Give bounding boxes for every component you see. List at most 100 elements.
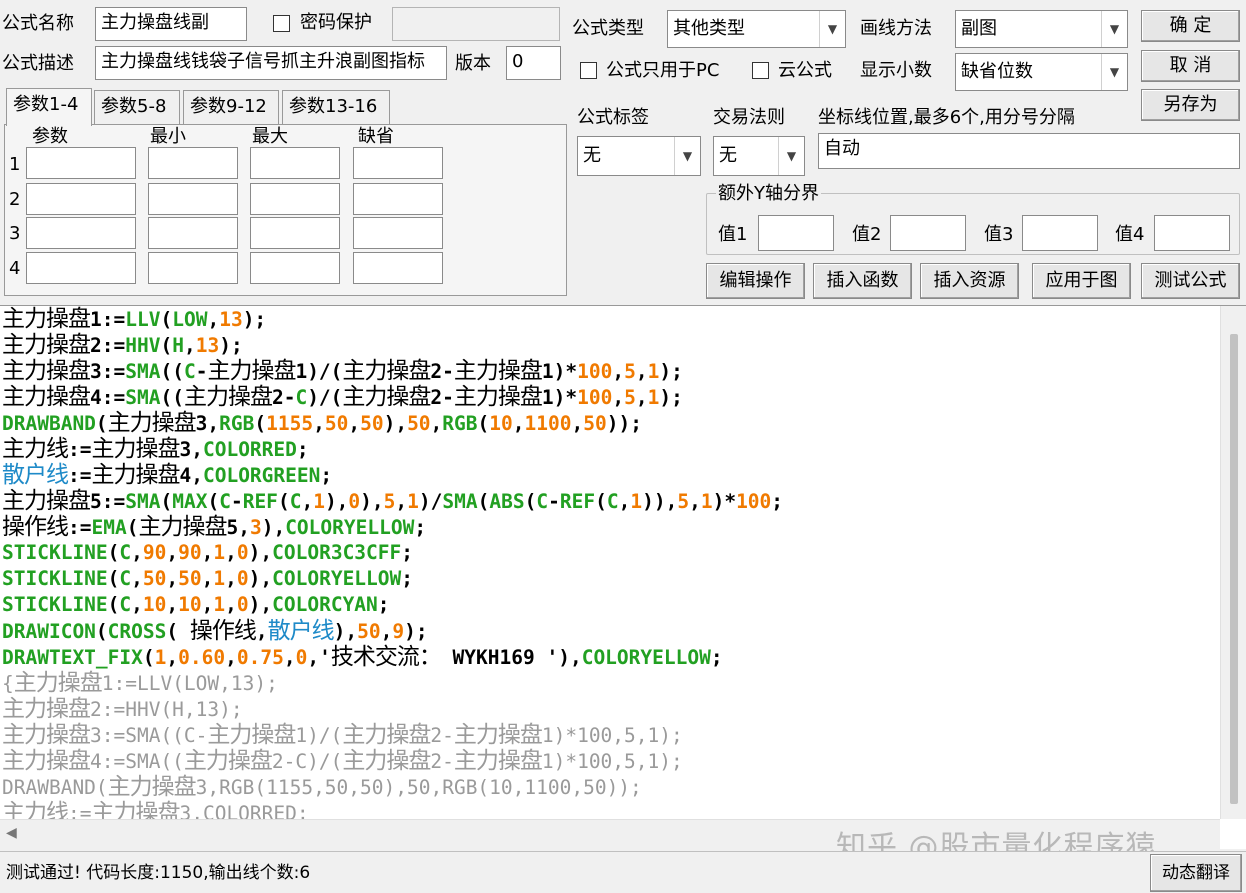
code-token: 5 [677,490,690,513]
code-token: ( [107,567,120,590]
code-line[interactable]: 主力操盘3:=SMA((C-主力操盘1)/(主力操盘2-主力操盘1)*100,5… [2,722,1218,748]
code-token: 1100 [524,412,572,435]
code-token: 1 [154,646,167,669]
param-2-max-input[interactable] [250,183,340,215]
code-token: RGB [219,412,255,435]
cancel-button[interactable]: 取 消 [1141,50,1240,82]
value2-input[interactable] [890,215,966,251]
param-1-name-input[interactable] [26,147,136,179]
code-line[interactable]: DRAWTEXT_FIX(1,0.60,0.75,0,'技术交流： WYKH16… [2,644,1218,670]
code-token: , [618,490,631,513]
param-1-min-input[interactable] [148,147,238,179]
value3-input[interactable] [1022,215,1098,251]
cloud-checkbox[interactable] [752,62,769,79]
code-token: EMA [91,516,127,539]
code-line[interactable]: 主力操盘4:=SMA((主力操盘2-C)/(主力操盘2-主力操盘1)*100,5… [2,748,1218,774]
param-3-name-input[interactable] [26,217,136,249]
insert-function-button[interactable]: 插入函数 [813,263,912,299]
dynamic-translate-button[interactable]: 动态翻译 [1150,854,1242,892]
code-token: 主力操盘 [91,436,180,462]
tag-select[interactable]: 无 ▼ [577,136,701,176]
param-1-default-input[interactable] [353,147,443,179]
code-line[interactable]: STICKLINE(C,90,90,1,0),COLOR3C3CFF; [2,540,1218,566]
code-line[interactable]: 主力操盘4:=SMA((主力操盘2-C)/(主力操盘2-主力操盘1)*100,5… [2,384,1218,410]
code-token: 1)/( [295,724,343,747]
draw-method-select[interactable]: 副图 ▼ [955,10,1128,48]
value4-input[interactable] [1154,215,1230,251]
value1-input[interactable] [758,215,834,251]
formula-name-input[interactable]: 主力操盘线副 [95,7,247,41]
code-token: 50 [357,620,381,643]
param-1-max-input[interactable] [250,147,340,179]
code-line[interactable]: 主力线:=主力操盘3,COLORRED; [2,436,1218,462]
chevron-down-icon[interactable]: ▼ [674,137,700,175]
code-line[interactable]: 主力操盘3:=SMA((C-主力操盘1)/(主力操盘2-主力操盘1)*100,5… [2,358,1218,384]
code-content[interactable]: 主力操盘1:=LLV(LOW,13); 主力操盘2:=HHV(H,13); 主力操盘… [2,306,1218,819]
rule-select[interactable]: 无 ▼ [713,136,805,176]
tab-params-9-12[interactable]: 参数9-12 [183,90,279,124]
chevron-down-icon[interactable]: ▼ [778,137,804,175]
chevron-down-icon[interactable]: ▼ [1101,54,1127,90]
password-checkbox[interactable] [273,15,290,32]
code-token: HHV [125,334,161,357]
code-line[interactable]: 操作线:=EMA(主力操盘5,3),COLORYELLOW; [2,514,1218,540]
code-token: MAX [172,490,208,513]
chevron-down-icon[interactable]: ▼ [819,11,845,47]
formula-type-select[interactable]: 其他类型 ▼ [667,10,846,48]
save-as-button[interactable]: 另存为 [1141,89,1240,121]
code-token: 1)/( [295,360,343,383]
code-editor[interactable]: 主力操盘1:=LLV(LOW,13); 主力操盘2:=HHV(H,13); 主力操盘… [0,305,1246,849]
code-line[interactable]: 主力操盘2:=HHV(H,13); [2,332,1218,358]
code-token: 1 [213,593,226,616]
chevron-down-icon[interactable]: ▼ [1101,11,1127,47]
edit-operation-button[interactable]: 编辑操作 [706,263,805,299]
test-formula-button[interactable]: 测试公式 [1141,263,1240,299]
param-4-max-input[interactable] [250,252,340,284]
tab-params-5-8[interactable]: 参数5-8 [94,90,180,124]
apply-to-chart-button[interactable]: 应用于图 [1032,263,1131,299]
scroll-left-arrow-icon[interactable]: ◀ [6,825,17,841]
insert-resource-button[interactable]: 插入资源 [920,263,1019,299]
code-line[interactable]: STICKLINE(C,10,10,1,0),COLORCYAN; [2,592,1218,618]
code-token: , [301,490,314,513]
tab-params-1-4[interactable]: 参数1-4 [6,88,92,126]
tab-params-13-16[interactable]: 参数13-16 [282,90,390,124]
code-line[interactable]: STICKLINE(C,50,50,1,0),COLORYELLOW; [2,566,1218,592]
code-token: COLORYELLOW [285,516,415,539]
axis-position-input[interactable]: 自动 [818,133,1240,169]
code-line[interactable]: 主力操盘2:=HHV(H,13); [2,696,1218,722]
code-line[interactable]: {主力操盘1:=LLV(LOW,13); [2,670,1218,696]
vertical-scrollbar[interactable] [1220,306,1246,819]
password-input[interactable] [392,7,560,41]
code-token: ); [659,360,683,383]
code-token: 主力操盘 [453,384,543,410]
code-line[interactable]: 主力线:=主力操盘3,COLORRED; [2,800,1218,819]
param-2-name-input[interactable] [26,183,136,215]
param-3-min-input[interactable] [148,217,238,249]
decimals-select[interactable]: 缺省位数 ▼ [955,53,1128,91]
code-token: ( [166,620,190,643]
code-line[interactable]: 主力操盘5:=SMA(MAX(C-REF(C,1),0),5,1)/SMA(AB… [2,488,1218,514]
param-4-min-input[interactable] [148,252,238,284]
param-2-default-input[interactable] [353,183,443,215]
code-token: , [201,593,214,616]
code-line[interactable]: DRAWBAND(主力操盘3,RGB(1155,50,50),50,RGB(10… [2,410,1218,436]
code-line[interactable]: DRAWICON(CROSS( 操作线,散户线),50,9); [2,618,1218,644]
formula-desc-input[interactable]: 主力操盘线钱袋子信号抓主升浪副图指标 [95,46,447,80]
code-token: 主力线 [2,800,69,819]
code-line[interactable]: 散户线:=主力操盘4,COLORGREEN; [2,462,1218,488]
code-line[interactable]: DRAWBAND(主力操盘3,RGB(1155,50,50),50,RGB(10… [2,774,1218,800]
code-token: 1 [407,490,419,513]
param-2-min-input[interactable] [148,183,238,215]
param-3-default-input[interactable] [353,217,443,249]
param-3-max-input[interactable] [250,217,340,249]
code-token: 3, [195,412,220,435]
scroll-thumb[interactable] [1230,334,1238,804]
code-line[interactable]: 主力操盘1:=LLV(LOW,13); [2,306,1218,332]
param-4-default-input[interactable] [353,252,443,284]
code-token: , [131,593,143,616]
param-4-name-input[interactable] [26,252,136,284]
version-input[interactable]: 0 [506,46,561,80]
ok-button[interactable]: 确 定 [1141,10,1240,42]
pc-only-checkbox[interactable] [580,62,597,79]
